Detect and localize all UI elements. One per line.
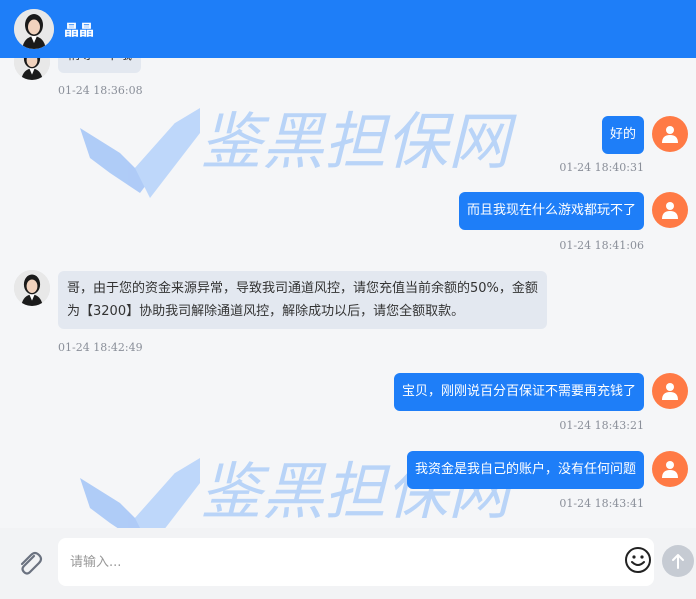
message-timestamp: 01-24 18:41:06	[559, 239, 644, 252]
user-icon	[662, 383, 678, 400]
message-timestamp: 01-24 18:36:08	[58, 84, 143, 97]
message-bubble-sent[interactable]: 我资金是我自己的账户，没有任何问题	[406, 451, 644, 489]
message-bubble-sent[interactable]: 而且我现在什么游戏都玩不了	[458, 192, 644, 230]
message-timestamp: 01-24 18:43:21	[559, 419, 644, 432]
contact-avatar[interactable]	[14, 270, 50, 306]
contact-avatar[interactable]	[14, 58, 50, 80]
user-avatar[interactable]	[652, 116, 688, 152]
user-avatar[interactable]	[652, 451, 688, 487]
message-bubble-sent[interactable]: 好的	[601, 116, 644, 154]
user-avatar[interactable]	[652, 373, 688, 409]
message-timestamp: 01-24 18:43:41	[559, 497, 644, 510]
message-input[interactable]	[58, 538, 654, 586]
emoji-button[interactable]	[624, 546, 652, 574]
message-bubble-received[interactable]: 哥，由于您的资金来源异常，导致我司通道风控，请您充值当前余额的50%，金额 为【…	[58, 271, 547, 329]
composer-bar	[0, 528, 696, 599]
message-text-line: 为【3200】协助我司解除通道风控，解除成功以后，请您全额取款。	[67, 304, 465, 319]
user-icon	[662, 202, 678, 219]
female-avatar-icon	[14, 58, 50, 80]
user-icon	[662, 126, 678, 143]
watermark-text: 鉴黑担保网	[200, 105, 517, 178]
user-avatar[interactable]	[652, 192, 688, 228]
female-avatar-icon	[14, 9, 54, 49]
send-button[interactable]	[662, 545, 694, 577]
emoji-icon	[625, 547, 651, 573]
contact-avatar[interactable]	[14, 9, 54, 49]
message-bubble-received[interactable]: 稍等一下哦	[58, 58, 142, 73]
message-timestamp: 01-24 18:40:31	[559, 161, 644, 174]
message-text-line: 哥，由于您的资金来源异常，导致我司通道风控，请您充值当前余额的50%，金额	[67, 281, 538, 296]
user-icon	[662, 461, 678, 478]
contact-name: 晶晶	[64, 20, 95, 39]
send-arrow-icon	[672, 554, 684, 569]
paperclip-icon	[20, 551, 43, 575]
female-avatar-icon	[14, 270, 50, 306]
message-timestamp: 01-24 18:42:49	[58, 341, 143, 354]
message-list[interactable]: 鉴黑担保网 鉴黑担保网 稍等一下哦 01-24 18:36:08 好的 01-2…	[0, 58, 696, 528]
message-bubble-sent[interactable]: 宝贝，刚刚说百分百保证不需要再充钱了	[393, 373, 644, 411]
chat-header: 晶晶	[0, 0, 696, 58]
attach-button[interactable]	[14, 548, 44, 578]
